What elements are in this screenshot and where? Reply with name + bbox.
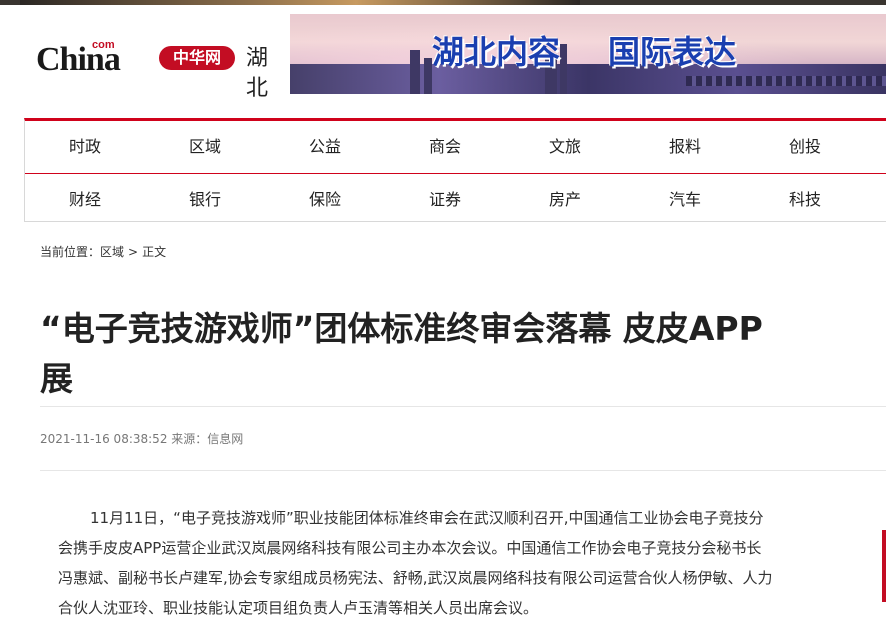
top-strip (0, 0, 886, 5)
article-line: 合伙人沈亚玲、职业技能认定项目组负责人卢玉清等相关人员出席会议。 (58, 599, 539, 617)
logo-brand-badge: 中华网 (159, 46, 235, 70)
main-nav: 时政 区域 公益 商会 文旅 报料 创投 财经 银行 保险 证券 房产 汽车 科… (24, 118, 886, 222)
banner-building (424, 58, 432, 94)
breadcrumb-separator: > (128, 245, 139, 259)
nav-item-baoxian[interactable]: 保险 (285, 174, 365, 224)
article-paragraph: 11月11日，“电子竞技游戏师”职业技能团体标准终审会在武汉顺利召开,中国通信工… (58, 503, 830, 623)
title-divider (40, 406, 886, 407)
banner-building (410, 50, 420, 94)
nav-row-2: 财经 银行 保险 证券 房产 汽车 科技 (25, 174, 886, 224)
nav-item-fangchan[interactable]: 房产 (525, 174, 605, 224)
logo-com-text: com (92, 39, 115, 51)
nav-item-zhengquan[interactable]: 证券 (405, 174, 485, 224)
logo-region: 湖北 (246, 46, 269, 101)
nav-item-wenlv[interactable]: 文旅 (525, 121, 605, 171)
banner-title-right: 国际表达 (608, 33, 737, 71)
nav-row-1: 时政 区域 公益 商会 文旅 报料 创投 (25, 121, 886, 171)
meta-divider (40, 470, 886, 471)
nav-item-chuangtou[interactable]: 创投 (765, 121, 845, 171)
banner-building (560, 44, 567, 94)
article-title-line-1: “电子竞技游戏师”团体标准终审会落幕 皮皮APP (40, 309, 763, 349)
article-body: 11月11日，“电子竞技游戏师”职业技能团体标准终审会在武汉顺利召开,中国通信工… (58, 503, 830, 623)
side-accent-bar (882, 530, 886, 602)
nav-item-shizheng[interactable]: 时政 (45, 121, 125, 171)
breadcrumb-current: 正文 (142, 245, 167, 259)
article-title-line-2: 展 (40, 359, 73, 399)
article-line: 11月11日，“电子竞技游戏师”职业技能团体标准终审会在武汉顺利召开,中国通信工… (90, 509, 764, 527)
top-strip-gradient (20, 0, 580, 5)
article-line: 冯惠斌、副秘书长卢建军,协会专家组成员杨宪法、舒畅,武汉岚晨网络科技有限公司运营… (58, 569, 773, 587)
header-banner[interactable]: 湖北内容 国际表达 (290, 14, 886, 94)
banner-bridge (686, 76, 886, 86)
article-line: 会携手皮皮APP运营企业武汉岚晨网络科技有限公司主办本次会议。中国通信工作协会电… (58, 539, 762, 557)
breadcrumb: 当前位置：区域 > 正文 (40, 244, 166, 260)
nav-item-caijing[interactable]: 财经 (45, 174, 125, 224)
nav-item-qiche[interactable]: 汽车 (645, 174, 725, 224)
nav-item-gongyi[interactable]: 公益 (285, 121, 365, 171)
nav-item-shanghui[interactable]: 商会 (405, 121, 485, 171)
breadcrumb-section-link[interactable]: 区域 (100, 245, 124, 259)
article-meta: 2021-11-16 08:38:52 来源：信息网 (40, 432, 244, 446)
nav-item-yinhang[interactable]: 银行 (165, 174, 245, 224)
nav-item-keji[interactable]: 科技 (765, 174, 845, 224)
breadcrumb-prefix: 当前位置： (40, 245, 101, 259)
nav-item-baoliao[interactable]: 报料 (645, 121, 725, 171)
article-title: “电子竞技游戏师”团体标准终审会落幕 皮皮APP 展 (40, 304, 886, 404)
banner-title-left: 湖北内容 (432, 33, 561, 71)
nav-item-quyu[interactable]: 区域 (165, 121, 245, 171)
